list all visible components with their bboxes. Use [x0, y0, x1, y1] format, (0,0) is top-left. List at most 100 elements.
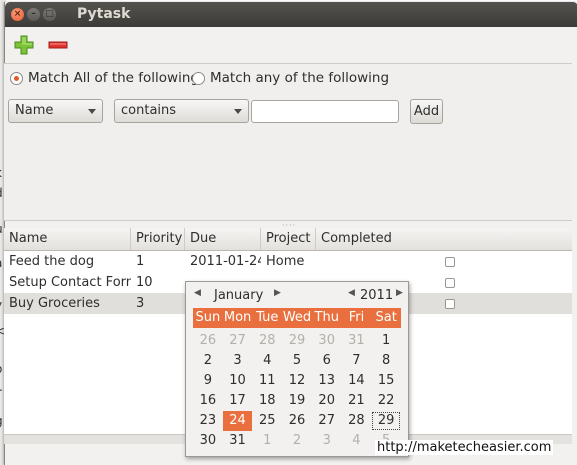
weekday-label: Fri — [348, 310, 365, 325]
calendar-day[interactable]: 25 — [252, 411, 282, 431]
calendar-day[interactable]: 26 — [193, 331, 223, 351]
column-header-priority[interactable]: Priority — [131, 228, 185, 250]
chevron-down-icon — [88, 109, 96, 114]
cell-priority: 10 — [136, 275, 153, 290]
calendar-day[interactable]: 1 — [252, 431, 282, 451]
match-any-radio[interactable]: Match any of the following — [192, 70, 389, 86]
add-task-icon[interactable] — [13, 34, 35, 56]
weekday-label: Sun — [195, 310, 221, 325]
weekday-label: Sat — [375, 310, 397, 325]
weekday-label: Wed — [282, 310, 312, 325]
calendar-day[interactable]: 31 — [223, 431, 253, 451]
cell-due: 2011-01-24 — [190, 254, 261, 269]
cell-name: Feed the dog — [9, 254, 95, 269]
operator-combo-value: contains — [121, 103, 177, 118]
calendar-day[interactable]: 2 — [193, 351, 223, 371]
calendar-day[interactable]: 4 — [342, 431, 372, 451]
window-title: Pytask — [77, 6, 131, 22]
calendar-day[interactable]: 20 — [312, 391, 342, 411]
column-header-project[interactable]: Project — [261, 228, 316, 250]
calendar-day[interactable]: 30 — [312, 331, 342, 351]
calendar-day[interactable]: 27 — [223, 331, 253, 351]
calendar-day[interactable]: 26 — [282, 411, 312, 431]
match-all-label: Match All of the following — [28, 70, 199, 86]
chevron-down-icon — [234, 109, 242, 114]
column-header-due[interactable]: Due — [185, 228, 261, 250]
completed-checkbox[interactable] — [445, 256, 455, 267]
calendar-day[interactable]: 27 — [312, 411, 342, 431]
calendar-day[interactable]: 5 — [282, 351, 312, 371]
table-row[interactable]: Feed the dog 1 2011-01-24 Home — [4, 251, 572, 272]
radio-indicator — [192, 71, 205, 85]
calendar-day[interactable]: 10 — [223, 371, 253, 391]
completed-checkbox[interactable] — [445, 298, 455, 309]
watermark-text: http://maketecheasier.com — [375, 440, 554, 455]
date-picker-popup: ◀ January ▶ ◀ 2011 ▶ Sun Mon Tue Wed Thu Fri S… — [185, 281, 409, 457]
calendar-day[interactable]: 21 — [342, 391, 372, 411]
cell-priority: 1 — [136, 254, 145, 269]
cell-priority: 3 — [136, 296, 145, 311]
calendar-day[interactable]: 19 — [282, 391, 312, 411]
match-any-label: Match any of the following — [210, 70, 390, 86]
calendar-day[interactable]: 24 — [222, 411, 253, 431]
calendar-day[interactable]: 31 — [342, 331, 372, 351]
calendar-day[interactable]: 14 — [342, 371, 372, 391]
calendar-day[interactable]: 9 — [193, 371, 223, 391]
filter-text-input[interactable] — [251, 100, 399, 123]
maximize-window-button[interactable]: □ — [43, 8, 56, 21]
calendar-day-grid: 26 27 28 29 30 31 1 2 3 4 5 6 7 8 9 10 11 12 13 14 15 16 17 18 1… — [193, 331, 401, 451]
calendar-day[interactable]: 30 — [193, 431, 223, 451]
field-combo[interactable]: Name — [8, 99, 103, 123]
cell-project: Home — [266, 254, 305, 269]
calendar-day[interactable]: 8 — [371, 351, 401, 371]
calendar-day[interactable]: 28 — [342, 411, 372, 431]
match-all-radio[interactable]: Match All of the following — [10, 70, 199, 86]
calendar-day[interactable]: 1 — [371, 331, 401, 351]
title-bar: × – □ Pytask — [5, 2, 577, 27]
toolbar — [5, 27, 577, 63]
calendar-day[interactable]: 11 — [252, 371, 282, 391]
table-header: Name Priority Due Project Completed — [4, 228, 572, 251]
cell-name: Setup Contact Form — [9, 275, 131, 290]
close-window-button[interactable]: × — [11, 8, 24, 21]
remove-task-icon[interactable] — [47, 34, 69, 56]
cell-name: Buy Groceries — [9, 296, 100, 311]
calendar-day[interactable]: 7 — [342, 351, 372, 371]
filter-panel: Match All of the following Match any of … — [4, 63, 572, 221]
radio-selected-indicator — [10, 71, 23, 85]
operator-combo[interactable]: contains — [114, 99, 249, 123]
calendar-day[interactable]: 29 — [371, 411, 401, 431]
calendar-day[interactable]: 2 — [282, 431, 312, 451]
calendar-day[interactable]: 18 — [252, 391, 282, 411]
calendar-day[interactable]: 17 — [223, 391, 253, 411]
calendar-year: 2011 — [360, 288, 394, 303]
calendar-day[interactable]: 29 — [282, 331, 312, 351]
calendar-day[interactable]: 4 — [252, 351, 282, 371]
calendar-day[interactable]: 28 — [252, 331, 282, 351]
column-header-completed[interactable]: Completed — [316, 228, 572, 250]
prev-month-icon[interactable]: ◀ — [194, 288, 201, 298]
calendar-day[interactable]: 13 — [312, 371, 342, 391]
add-filter-button[interactable]: Add — [410, 99, 443, 124]
prev-year-icon[interactable]: ◀ — [348, 288, 355, 298]
weekday-label: Tue — [256, 310, 279, 325]
next-month-icon[interactable]: ▶ — [274, 288, 281, 298]
calendar-day[interactable]: 16 — [193, 391, 223, 411]
calendar-day[interactable]: 23 — [193, 411, 223, 431]
calendar-day[interactable]: 3 — [223, 351, 253, 371]
calendar-day[interactable]: 12 — [282, 371, 312, 391]
weekday-label: Mon — [223, 310, 252, 325]
calendar-day[interactable]: 15 — [371, 371, 401, 391]
weekday-label: Thu — [314, 310, 339, 325]
calendar-header: ◀ January ▶ ◀ 2011 ▶ — [186, 282, 408, 308]
column-header-name[interactable]: Name — [4, 228, 131, 250]
weekday-header: Sun Mon Tue Wed Thu Fri Sat — [193, 308, 401, 328]
completed-checkbox[interactable] — [445, 277, 455, 288]
minimize-window-button[interactable]: – — [27, 8, 40, 21]
calendar-day[interactable]: 22 — [371, 391, 401, 411]
calendar-day[interactable]: 3 — [312, 431, 342, 451]
next-year-icon[interactable]: ▶ — [396, 288, 403, 298]
field-combo-value: Name — [15, 103, 54, 118]
calendar-month: January — [214, 288, 264, 303]
calendar-day[interactable]: 6 — [312, 351, 342, 371]
